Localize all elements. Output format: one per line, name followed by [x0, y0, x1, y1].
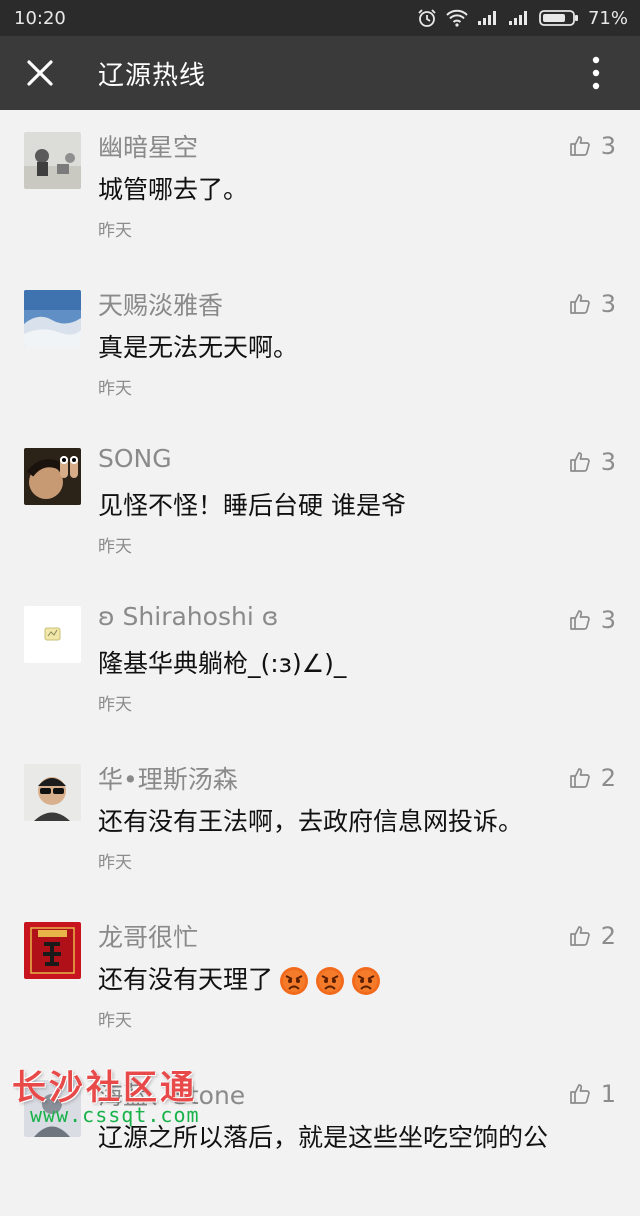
- angry-face-icon: [352, 967, 381, 995]
- like-count: 2: [600, 764, 616, 792]
- comment-text: 还有没有天理了: [98, 960, 381, 996]
- comment-time: 昨天: [98, 1011, 132, 1031]
- like-button[interactable]: 3: [569, 606, 616, 634]
- comment-text: 还有没有王法啊，去政府信息网投诉。: [98, 807, 524, 836]
- comment-text: 见怪不怪！睡后台硬 谁是爷: [98, 491, 406, 520]
- angry-face-icon: [280, 967, 309, 995]
- like-count: 3: [600, 290, 616, 318]
- alarm-icon: [418, 9, 436, 27]
- comment-item: 华•理斯汤森 还有没有王法啊，去政府信息网投诉。 昨天 2: [0, 742, 640, 900]
- comment-item: ʚ Shirahoshi ɞ 隆基华典躺枪_(:з)∠)_ 昨天 3: [0, 584, 640, 742]
- comment-text: 隆基华典躺枪_(:з)∠)_: [98, 649, 347, 678]
- watermark-title: 长沙社区通: [12, 1068, 197, 1108]
- avatar[interactable]: [24, 448, 81, 505]
- like-button[interactable]: 3: [569, 132, 616, 160]
- comment-time: 昨天: [98, 537, 132, 557]
- battery-icon: [539, 10, 578, 26]
- more-vertical-icon: [592, 56, 600, 90]
- comment-list: 幽暗星空 城管哪去了。 昨天 3 天赐淡雅香 真是无法无天啊。 昨天 3 SON…: [0, 110, 640, 1216]
- thumbs-up-icon: [569, 294, 590, 314]
- status-time: 10:20: [14, 7, 66, 29]
- like-count: 2: [600, 922, 616, 950]
- comment-author[interactable]: 幽暗星空: [98, 128, 198, 164]
- avatar[interactable]: [24, 922, 81, 979]
- like-count: 3: [600, 132, 616, 160]
- status-icons: 71%: [417, 8, 628, 29]
- like-button[interactable]: 3: [569, 448, 616, 476]
- comment-item: 天赐淡雅香 真是无法无天啊。 昨天 3: [0, 268, 640, 426]
- thumbs-up-icon: [569, 768, 590, 788]
- wifi-icon: [446, 9, 468, 27]
- comment-item: 幽暗星空 城管哪去了。 昨天 3: [0, 110, 640, 268]
- comment-author[interactable]: 天赐淡雅香: [98, 286, 223, 322]
- page-title: 辽源热线: [98, 60, 207, 91]
- comment-time: 昨天: [98, 221, 132, 241]
- battery-level: 71%: [587, 7, 628, 29]
- title-bar: 辽源热线: [0, 36, 640, 110]
- like-button[interactable]: 3: [569, 290, 616, 318]
- comment-time: 昨天: [98, 853, 132, 873]
- signal-icon: [477, 11, 496, 25]
- comment-item: SONG 见怪不怪！睡后台硬 谁是爷 昨天 3: [0, 426, 640, 584]
- thumbs-up-icon: [569, 136, 590, 156]
- comment-author[interactable]: SONG: [98, 444, 172, 473]
- watermark: 长沙社区通 www.cssqt.com: [12, 1060, 242, 1130]
- status-bar: 10:20 71%: [0, 0, 640, 36]
- avatar[interactable]: [24, 764, 81, 821]
- like-count: 3: [600, 606, 616, 634]
- avatar[interactable]: [24, 606, 81, 663]
- comment-time: 昨天: [98, 695, 132, 715]
- like-button[interactable]: 2: [569, 922, 616, 950]
- more-button[interactable]: [576, 53, 616, 93]
- comment-author[interactable]: ʚ Shirahoshi ɞ: [98, 602, 278, 631]
- like-count: 3: [600, 448, 616, 476]
- avatar[interactable]: [24, 132, 81, 189]
- close-icon: [27, 60, 53, 86]
- like-button[interactable]: 1: [569, 1080, 616, 1108]
- close-button[interactable]: [20, 53, 60, 93]
- signal-icon-2: [508, 11, 527, 25]
- avatar[interactable]: [24, 290, 81, 347]
- thumbs-up-icon: [569, 610, 590, 630]
- thumbs-up-icon: [569, 452, 590, 472]
- like-count: 1: [600, 1080, 616, 1108]
- comment-author[interactable]: 华•理斯汤森: [98, 760, 238, 796]
- comment-time: 昨天: [98, 379, 132, 399]
- thumbs-up-icon: [569, 1084, 590, 1104]
- comment-author[interactable]: 龙哥很忙: [98, 918, 198, 954]
- like-button[interactable]: 2: [569, 764, 616, 792]
- watermark-url: www.cssqt.com: [30, 1103, 200, 1127]
- angry-face-icon: [316, 967, 345, 995]
- comment-item: 龙哥很忙 还有没有天理了 昨天 2: [0, 900, 640, 1058]
- comment-text: 城管哪去了。: [98, 175, 249, 204]
- comment-text: 真是无法无天啊。: [98, 333, 299, 362]
- comment-text-content: 还有没有天理了: [98, 965, 274, 994]
- thumbs-up-icon: [569, 926, 590, 946]
